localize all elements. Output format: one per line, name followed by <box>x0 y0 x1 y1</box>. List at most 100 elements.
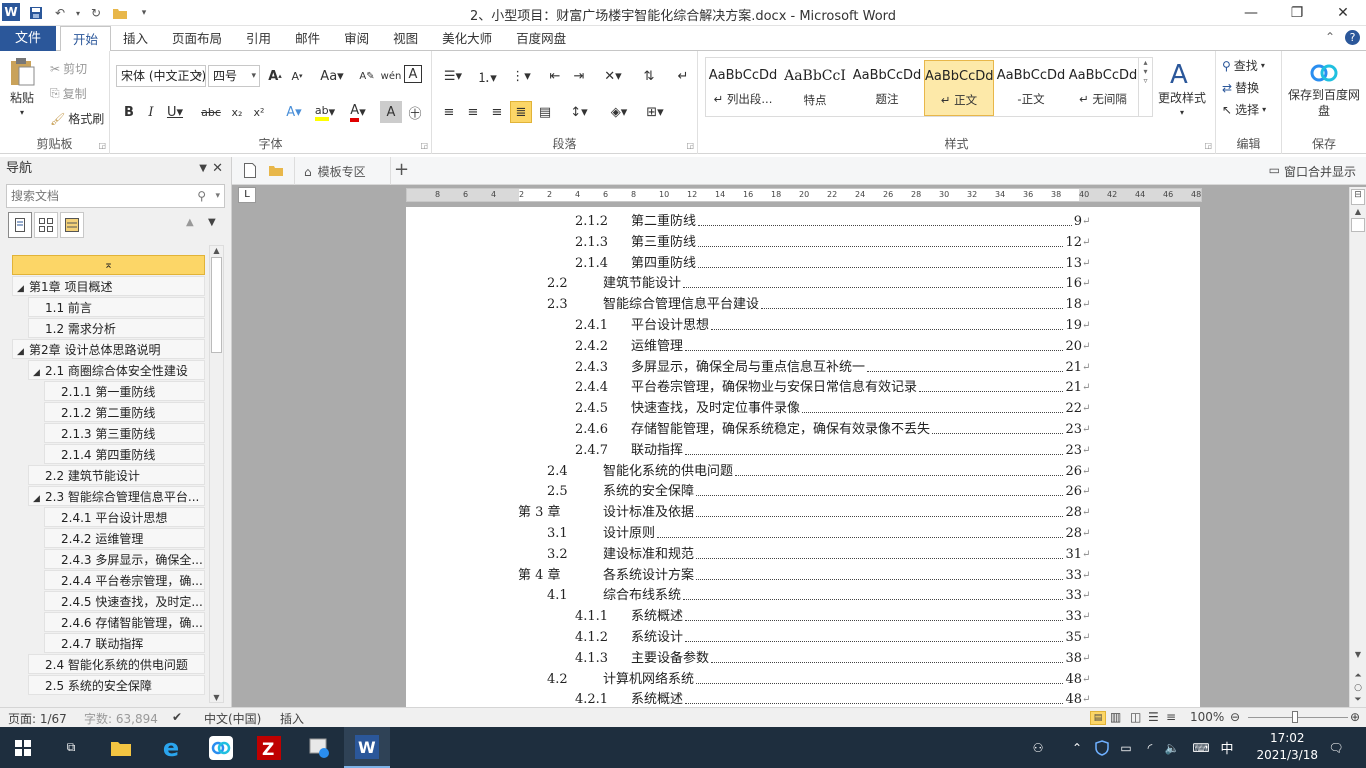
results-view-icon[interactable] <box>60 212 84 238</box>
nav-prev-icon[interactable]: ▲ <box>186 217 194 228</box>
grow-font-icon[interactable]: A ▴ <box>264 65 286 87</box>
next-page-icon[interactable]: ⏷ <box>1350 695 1366 705</box>
toc-entry[interactable]: 2.5 系统的安全保障 26 ↵ <box>406 482 1200 502</box>
restore-button[interactable]: ❐ <box>1274 0 1320 26</box>
font-launcher-icon[interactable]: ◲ <box>420 141 428 150</box>
toc-entry[interactable]: 第 3 章 设计标准及依据 28 ↵ <box>406 503 1200 523</box>
word-taskbar-icon[interactable]: W <box>344 727 390 768</box>
justify-icon[interactable]: ≣ <box>510 101 532 123</box>
toc-entry[interactable]: 2.4.7 联动指挥 23 ↵ <box>406 441 1200 461</box>
bullets-icon[interactable]: ☰▾ <box>438 65 468 87</box>
tab-review[interactable]: 审阅 <box>332 26 381 51</box>
prev-page-icon[interactable]: ⏶ <box>1350 671 1366 681</box>
pages-view-icon[interactable] <box>34 212 58 238</box>
new-doc-icon[interactable] <box>244 163 256 181</box>
expand-triangle-icon[interactable]: ◢ <box>33 363 45 379</box>
line-spacing-icon[interactable]: ↕▾ <box>564 101 594 123</box>
outline-view-icon[interactable]: ☰ <box>1148 710 1159 724</box>
change-styles-button[interactable]: A 更改样式 ▾ <box>1158 59 1206 117</box>
browse-object-icon[interactable]: ○ <box>1350 683 1366 693</box>
underline-icon[interactable]: U▾ <box>164 101 186 123</box>
minimize-button[interactable]: — <box>1228 0 1274 26</box>
template-zone-tab[interactable]: ⌂ 模板专区 <box>304 163 366 180</box>
nav-heading-item[interactable]: 2.1.1 第一重防线 <box>44 381 205 401</box>
toc-entry[interactable]: 4.1.2 系统设计 35 ↵ <box>406 628 1200 648</box>
shading-icon[interactable]: ◈▾ <box>604 101 634 123</box>
tab-selector-icon[interactable]: L <box>238 187 256 203</box>
style-normal[interactable]: AaBbCcDd ↵ 正文 <box>924 60 994 116</box>
search-icon[interactable]: ⚲ <box>197 185 206 207</box>
undo-icon[interactable]: ↶ <box>50 3 70 23</box>
nav-scrollbar[interactable]: ▲ ▼ <box>209 245 224 703</box>
enclose-char-icon[interactable]: ㊉ <box>404 101 426 123</box>
style-feature[interactable]: AaBbCcI 特点 <box>780 60 850 116</box>
highlight-icon[interactable]: ab ▾ <box>310 101 340 123</box>
toc-entry[interactable]: 2.1.4 第四重防线 13 ↵ <box>406 254 1200 274</box>
nav-heading-item[interactable]: 2.4.7 联动指挥 <box>44 633 205 653</box>
toc-entry[interactable]: 2.4.1 平台设计思想 19 ↵ <box>406 316 1200 336</box>
zoom-slider[interactable] <box>1248 717 1348 718</box>
headings-view-icon[interactable] <box>8 212 32 238</box>
toc-entry[interactable]: 2.4.4 平台卷宗管理，确保物业与安保日常信息有效记录 21 ↵ <box>406 378 1200 398</box>
phonetic-guide-icon[interactable]: wén <box>380 65 402 87</box>
nav-close-icon[interactable]: ✕ <box>212 157 223 181</box>
save-icon[interactable] <box>26 3 46 23</box>
toc-entry[interactable]: 2.3 智能综合管理信息平台建设 18 ↵ <box>406 295 1200 315</box>
language-indicator[interactable]: 中文(中国) <box>204 710 261 727</box>
nav-heading-item[interactable]: 2.1.4 第四重防线 <box>44 444 205 464</box>
people-icon[interactable]: ⚇ <box>1022 727 1054 768</box>
styles-gallery-scroll[interactable]: ▴ ▾ ▿ <box>1138 58 1152 116</box>
nav-heading-item[interactable]: 2.4.5 快速查找，及时定... <box>44 591 205 611</box>
select-button[interactable]: ↖ 选择 ▾ <box>1222 101 1266 118</box>
align-right-icon[interactable]: ≡ <box>486 101 508 123</box>
close-button[interactable]: ✕ <box>1320 0 1366 26</box>
multilevel-list-icon[interactable]: ⋮▾ <box>506 65 536 87</box>
nav-heading-item[interactable]: 2.4.2 运维管理 <box>44 528 205 548</box>
nav-next-icon[interactable]: ▼ <box>208 217 216 228</box>
vertical-scrollbar[interactable]: ⊟ ▲ ▼ ⏶ ○ ⏷ <box>1349 187 1366 707</box>
borders-icon[interactable]: ⊞▾ <box>640 101 670 123</box>
style-caption[interactable]: AaBbCcDd 题注 <box>852 60 922 116</box>
tray-expand-icon[interactable]: ⌃ <box>1062 727 1092 768</box>
volume-muted-icon[interactable]: 🔈 <box>1160 727 1184 768</box>
increase-indent-icon[interactable]: ⇥ <box>568 65 590 87</box>
start-button[interactable] <box>0 727 46 768</box>
toc-entry[interactable]: 3.2 建设标准和规范 31 ↵ <box>406 545 1200 565</box>
nav-heading-item[interactable]: 1.2 需求分析 <box>28 318 205 338</box>
show-marks-icon[interactable]: ↵ <box>672 65 694 87</box>
save-to-baidu-button[interactable]: 保存到百度网盘 <box>1288 61 1360 119</box>
nav-heading-item[interactable]: ◢ 2.3 智能综合管理信息平台... <box>28 486 205 506</box>
customize-qat-icon[interactable]: ▾ <box>134 3 154 23</box>
replace-button[interactable]: ⇄ 替换 <box>1222 79 1259 96</box>
tab-home[interactable]: 开始 <box>60 26 112 52</box>
page-indicator[interactable]: 页面: 1/67 <box>8 710 67 727</box>
draft-view-icon[interactable]: ≡ <box>1166 710 1176 724</box>
filezilla-icon[interactable]: Z <box>246 727 292 768</box>
nav-heading-item[interactable]: 2.2 建筑节能设计 <box>28 465 205 485</box>
nav-heading-item[interactable]: 2.4.4 平台卷宗管理，确... <box>44 570 205 590</box>
find-button[interactable]: ⚲ 查找 ▾ <box>1222 57 1265 74</box>
full-screen-reading-icon[interactable]: ▥ <box>1110 710 1121 724</box>
char-border-icon[interactable]: A <box>404 65 422 83</box>
expand-triangle-icon[interactable]: ◢ <box>17 279 29 295</box>
style-list-paragraph[interactable]: AaBbCcDd ↵ 列出段... <box>708 60 778 116</box>
toc-entry[interactable]: 4.1.3 主要设备参数 38 ↵ <box>406 649 1200 669</box>
chinese-layout-icon[interactable]: ✕▾ <box>598 65 628 87</box>
notification-icon[interactable]: 🗨 <box>1316 727 1356 768</box>
toc-entry[interactable]: 4.1.1 系统概述 33 ↵ <box>406 607 1200 627</box>
nav-heading-item[interactable]: ◢ 第1章 项目概述 <box>12 276 205 296</box>
open-folder-tab-icon[interactable] <box>268 163 284 180</box>
nav-heading-item[interactable]: 2.4.1 平台设计思想 <box>44 507 205 527</box>
task-view-icon[interactable]: ⧉ <box>48 727 94 768</box>
nav-heading-item[interactable]: 2.1.2 第二重防线 <box>44 402 205 422</box>
change-case-icon[interactable]: Aa▾ <box>318 65 346 87</box>
sort-icon[interactable]: ⇅ <box>638 65 660 87</box>
insert-mode[interactable]: 插入 <box>280 710 304 727</box>
cut-button[interactable]: ✂ 剪切 <box>50 60 87 77</box>
expand-triangle-icon[interactable]: ◢ <box>33 489 45 505</box>
nav-search-input[interactable]: 搜索文档 ⚲ ▾ <box>6 184 225 208</box>
nav-heading-item[interactable]: 2.4.3 多屏显示，确保全... <box>44 549 205 569</box>
ime-indicator[interactable]: 中 <box>1214 727 1240 768</box>
toc-entry[interactable]: 4.1 综合布线系统 33 ↵ <box>406 586 1200 606</box>
word-app-icon[interactable]: W <box>2 3 20 21</box>
